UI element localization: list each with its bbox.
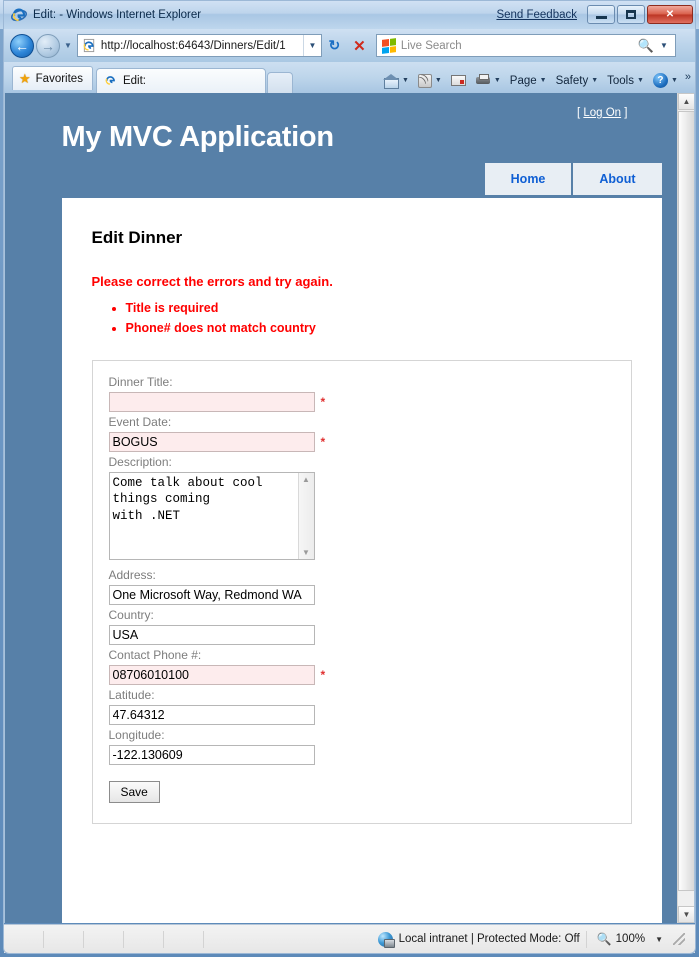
window-frame-border [3,0,696,954]
browser-window: Edit: - Windows Internet Explorer Send F… [0,0,699,957]
